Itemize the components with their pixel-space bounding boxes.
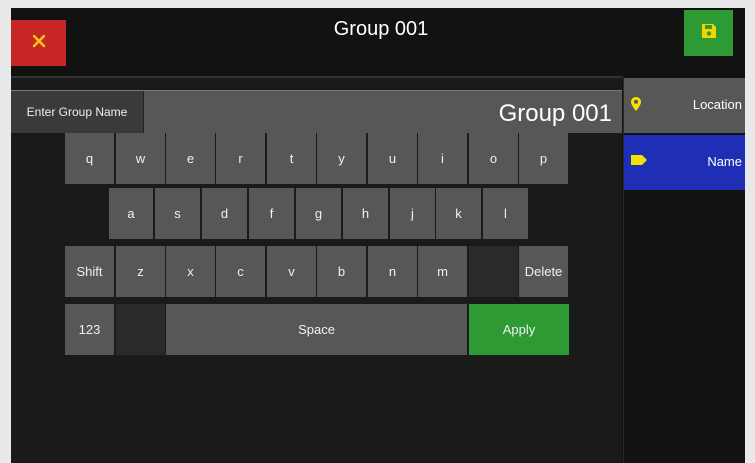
save-button[interactable] xyxy=(684,10,733,56)
key-f[interactable]: f xyxy=(249,188,294,239)
key-h[interactable]: h xyxy=(343,188,388,239)
save-icon xyxy=(700,22,718,45)
key-y[interactable]: y xyxy=(317,133,366,184)
blank-key xyxy=(469,246,518,297)
close-button[interactable] xyxy=(11,20,66,66)
key-l[interactable]: l xyxy=(483,188,528,239)
location-pin-icon xyxy=(630,96,642,117)
key-q[interactable]: q xyxy=(65,133,114,184)
key-v[interactable]: v xyxy=(267,246,316,297)
key-d[interactable]: d xyxy=(202,188,247,239)
close-icon xyxy=(31,33,47,54)
tab-name[interactable]: Name xyxy=(624,135,745,190)
page-title: Group 001 xyxy=(333,18,429,40)
space-key[interactable]: Space xyxy=(166,304,467,355)
key-g[interactable]: g xyxy=(296,188,341,239)
key-z[interactable]: z xyxy=(116,246,165,297)
key-x[interactable]: x xyxy=(166,246,215,297)
group-name-label: Enter Group Name xyxy=(11,91,144,133)
tab-location[interactable]: Location xyxy=(624,78,745,133)
key-k[interactable]: k xyxy=(436,188,481,239)
key-p[interactable]: p xyxy=(519,133,568,184)
key-m[interactable]: m xyxy=(418,246,467,297)
key-i[interactable]: i xyxy=(418,133,467,184)
key-b[interactable]: b xyxy=(317,246,366,297)
key-o[interactable]: o xyxy=(469,133,518,184)
screen: Group 001 Enter Group Name Group 001 q w… xyxy=(11,8,745,463)
delete-key[interactable]: Delete xyxy=(519,246,568,297)
group-name-field[interactable]: Enter Group Name Group 001 xyxy=(11,90,622,133)
key-t[interactable]: t xyxy=(267,133,316,184)
key-c[interactable]: c xyxy=(216,246,265,297)
shift-key[interactable]: Shift xyxy=(65,246,114,297)
tag-icon xyxy=(630,153,648,171)
key-w[interactable]: w xyxy=(116,133,165,184)
numbers-key[interactable]: 123 xyxy=(65,304,114,355)
apply-button[interactable]: Apply xyxy=(469,304,569,355)
side-panel: Location Name xyxy=(623,76,745,463)
key-a[interactable]: a xyxy=(109,188,153,239)
key-e[interactable]: e xyxy=(166,133,215,184)
key-u[interactable]: u xyxy=(368,133,417,184)
main-panel: Enter Group Name Group 001 q w e r t y u… xyxy=(11,76,622,463)
tab-location-label: Location xyxy=(692,97,742,112)
key-s[interactable]: s xyxy=(155,188,200,239)
key-n[interactable]: n xyxy=(368,246,417,297)
key-r[interactable]: r xyxy=(216,133,265,184)
group-name-value[interactable]: Group 001 xyxy=(499,91,612,133)
tab-name-label: Name xyxy=(707,154,742,169)
blank-key xyxy=(116,304,165,355)
key-j[interactable]: j xyxy=(390,188,435,239)
